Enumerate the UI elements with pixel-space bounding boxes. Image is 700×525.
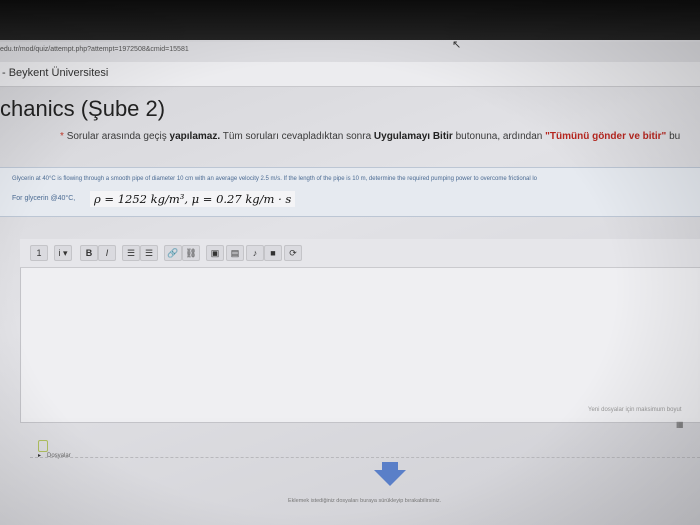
italic-button[interactable]: I xyxy=(98,245,116,261)
notice-part-3: Tüm soruları cevapladıktan sonra xyxy=(220,131,374,142)
mouse-cursor-icon: ↖ xyxy=(452,39,462,51)
bullet-list-button[interactable]: ☰ xyxy=(122,245,140,261)
question-text: Glycerin at 40°C is flowing through a sm… xyxy=(12,176,538,182)
drop-hint: Eklemek istediğiniz dosyaları buraya sür… xyxy=(288,498,442,504)
exam-notice: * Sorular arasında geçiş yapılamaz. Tüm … xyxy=(60,131,680,142)
upload-arrow-head-icon xyxy=(374,470,406,486)
link-button[interactable]: 🔗 xyxy=(164,245,182,261)
insert-media-button[interactable]: ▤ xyxy=(226,245,244,261)
required-star-icon: * xyxy=(60,131,64,142)
notice-part-5: butonuna, ardından xyxy=(452,131,546,142)
record-audio-button[interactable]: ♪ xyxy=(246,245,264,261)
bold-button[interactable]: B xyxy=(80,245,98,261)
manage-files-button[interactable]: ⟳ xyxy=(284,245,302,261)
notice-part-4: Uygulamayı Bitir xyxy=(373,131,453,142)
screen: edu.tr/mod/quiz/attempt.php?attempt=1972… xyxy=(0,0,700,525)
unlink-button[interactable]: ⛓ xyxy=(182,245,200,261)
grid-view-icon[interactable]: ▦ xyxy=(676,420,684,429)
property-formula: ρ = 1252 kg/m³, μ = 0.27 kg/m · s xyxy=(90,191,296,207)
notice-part-6: "Tümünü gönder ve bitir" xyxy=(545,131,667,142)
notice-part-2: yapılamaz. xyxy=(169,131,221,142)
notice-part-7: bu xyxy=(666,131,681,142)
answer-textarea[interactable] xyxy=(22,268,698,418)
insert-image-button[interactable]: ▣ xyxy=(206,245,224,261)
numbered-list-button[interactable]: ☰ xyxy=(140,245,158,261)
given-label: For glycerin @40°C, xyxy=(12,195,76,202)
record-video-button[interactable]: ■ xyxy=(264,245,282,261)
file-icon[interactable] xyxy=(38,440,48,452)
file-dropzone[interactable] xyxy=(30,457,700,525)
monitor-bezel xyxy=(0,0,700,40)
site-name[interactable]: - Beykent Üniversitesi xyxy=(2,67,108,79)
url-text[interactable]: edu.tr/mod/quiz/attempt.php?attempt=1972… xyxy=(0,46,189,53)
page-title: chanics (Şube 2) xyxy=(0,96,166,121)
notice-part-1: Sorular arasında geçiş xyxy=(66,131,170,142)
paragraph-style-button[interactable]: i ▾ xyxy=(54,245,72,261)
toolbar-toggle-button[interactable]: 1 xyxy=(30,245,48,261)
max-file-size-note: Yeni dosyalar için maksimum boyut xyxy=(588,407,682,413)
